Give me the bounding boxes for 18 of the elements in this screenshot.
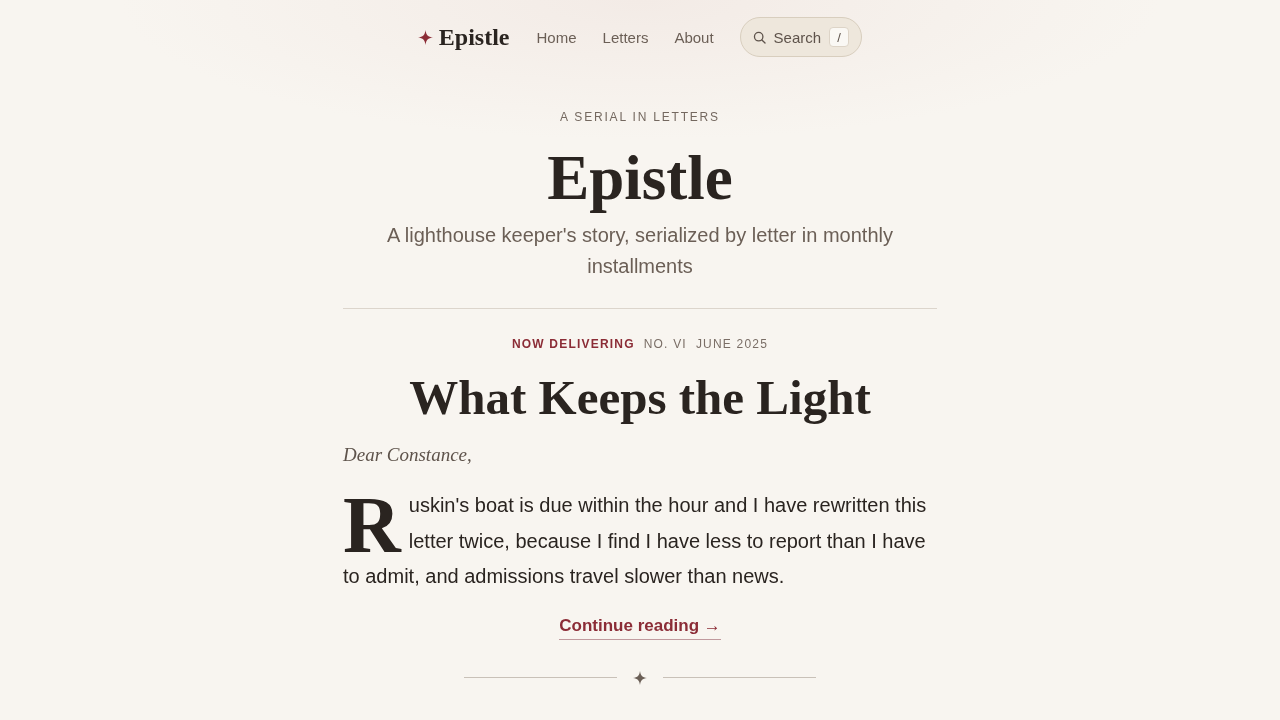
search-icon [752,30,766,44]
salutation-text: Dear Constance, [343,443,473,467]
issue-number: NO. VI [643,336,687,352]
keyboard-shortcut: / [829,27,850,47]
brand-link[interactable]: Epistle [417,23,510,51]
nav-link[interactable]: Home [536,28,577,46]
nav-link[interactable]: About [674,28,714,46]
four-point-star-icon [633,670,647,685]
letter-title: What Keeps the Light [408,369,872,427]
search-button[interactable]: Search / [739,17,863,57]
nav-link[interactable]: Letters [602,28,649,46]
four-point-star-icon [417,29,433,45]
issue-date: JUNE 2025 [695,336,769,352]
continue-reading-link[interactable]: Continue reading → [559,615,721,640]
eyebrow-label: A SERIAL IN LETTERS [559,109,721,125]
status-label: NOW DELIVERING [511,336,635,352]
site-tagline: A lighthouse keeper's story, serialized by letter in monthly installments [386,223,894,279]
site-title: Epistle [546,142,734,214]
